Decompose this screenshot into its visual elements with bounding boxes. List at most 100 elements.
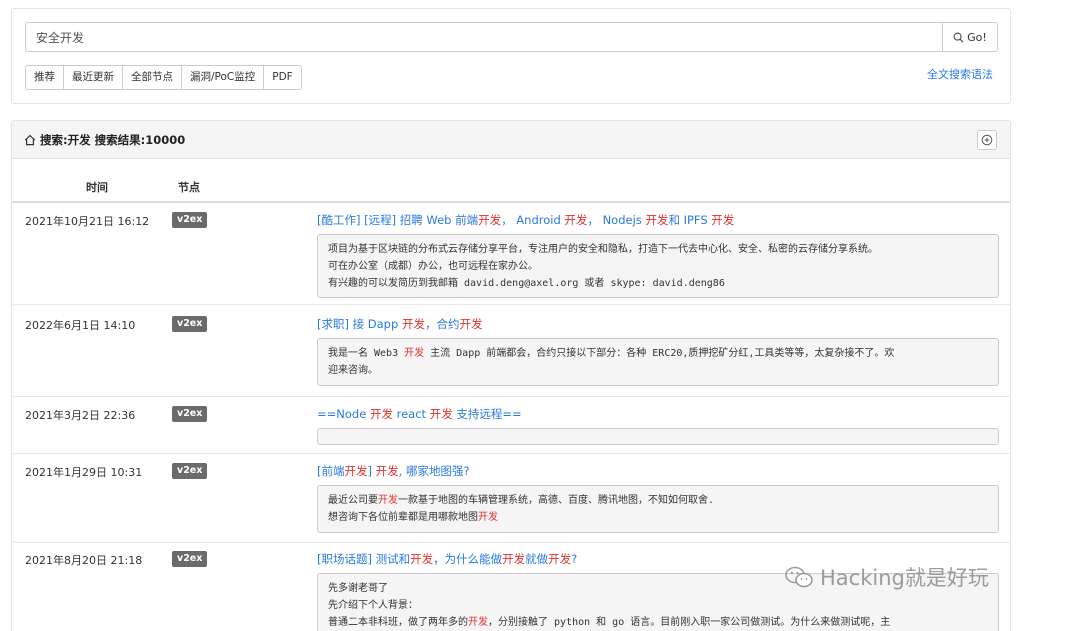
title-text: [酷工作] [远程] 招聘 Web 前端 bbox=[317, 213, 479, 227]
snippet-text: 先多谢老哥了 bbox=[328, 583, 388, 594]
title-text: [求职] 接 Dapp bbox=[317, 317, 402, 331]
highlight-keyword: 开发 bbox=[548, 552, 572, 566]
table-header: 时间 节点 bbox=[12, 173, 1010, 203]
title-text: , 哪家地图强? bbox=[398, 464, 470, 478]
home-icon bbox=[24, 134, 36, 146]
snippet-text: 一款基于地图的车辆管理系统，高德、百度、腾讯地图，不知如何取舍. bbox=[398, 495, 715, 506]
result-row: 2021年1月29日 10:31 v2ex [前端开发] 开发, 哪家地图强? … bbox=[12, 454, 1010, 543]
node-badge[interactable]: v2ex bbox=[172, 212, 208, 228]
result-date: 2021年3月2日 22:36 bbox=[25, 409, 136, 422]
collapse-button[interactable] bbox=[977, 130, 997, 150]
snippet-text: 可在办公室（成都）办公，也可远程在家办公。 bbox=[328, 261, 538, 272]
result-snippet: 我是一名 Web3 开发 主流 Dapp 前端都会，合约只接以下部分：各种 ER… bbox=[317, 338, 999, 386]
highlight-keyword: 开发 bbox=[375, 464, 399, 478]
tab-recommend[interactable]: 推荐 bbox=[25, 65, 64, 90]
search-panel: Go! 推荐 最近更新 全部节点 漏洞/PoC监控 PDF 全文搜索语法 bbox=[11, 8, 1011, 104]
highlight-keyword: 开发 bbox=[478, 213, 502, 227]
result-snippet bbox=[317, 428, 999, 445]
node-badge[interactable]: v2ex bbox=[172, 551, 208, 567]
nav-tabs: 推荐 最近更新 全部节点 漏洞/PoC监控 PDF bbox=[25, 65, 302, 90]
result-row: 2021年3月2日 22:36 v2ex ==Node 开发 react 开发 … bbox=[12, 397, 1010, 454]
node-badge[interactable]: v2ex bbox=[172, 316, 208, 332]
result-title[interactable]: ==Node 开发 react 开发 支持远程== bbox=[317, 406, 522, 422]
snippet-line: 项目为基于区块链的分布式云存储分享平台，专注用户的安全和隐私，打造下一代去中心化… bbox=[328, 241, 988, 258]
result-date: 2022年6月1日 14:10 bbox=[25, 319, 136, 332]
result-title[interactable]: [求职] 接 Dapp 开发，合约开发 bbox=[317, 316, 482, 332]
search-input[interactable] bbox=[25, 22, 942, 52]
highlight-keyword: 开发 bbox=[369, 407, 393, 421]
snippet-line: 可在办公室（成都）办公，也可远程在家办公。 bbox=[328, 258, 988, 275]
go-button[interactable]: Go! bbox=[942, 22, 998, 52]
highlight-keyword: 开发 bbox=[459, 317, 483, 331]
highlight-keyword: 开发 bbox=[344, 464, 368, 478]
result-date: 2021年10月21日 16:12 bbox=[25, 215, 150, 228]
panel-title: 搜索:开发 搜索结果:10000 bbox=[40, 132, 186, 147]
tab-vuln-poc[interactable]: 漏洞/PoC监控 bbox=[181, 65, 265, 90]
snippet-text: 主流 Dapp 前端都会，合约只接以下部分：各种 ERC20,质押挖矿分红,工具… bbox=[424, 348, 895, 359]
title-text: ， Android bbox=[501, 213, 565, 227]
title-text: ， Nodejs bbox=[587, 213, 646, 227]
snippet-text: 有兴趣的可以发简历到我邮箱 david.deng@axel.org 或者 sky… bbox=[328, 278, 725, 289]
highlight-keyword: 开发 bbox=[502, 552, 526, 566]
node-badge[interactable]: v2ex bbox=[172, 463, 208, 479]
search-syntax-link[interactable]: 全文搜索语法 bbox=[927, 66, 993, 82]
result-date: 2021年1月29日 10:31 bbox=[25, 466, 143, 479]
title-text: 就做 bbox=[525, 552, 549, 566]
highlight-keyword: 开发 bbox=[564, 213, 588, 227]
title-text: ==Node bbox=[317, 407, 370, 421]
column-header-node: 节点 bbox=[178, 181, 200, 194]
title-text: [前端 bbox=[317, 464, 345, 478]
result-snippet: 项目为基于区块链的分布式云存储分享平台，专注用户的安全和隐私，打造下一代去中心化… bbox=[317, 234, 999, 298]
snippet-line: 先介绍下个人背景： bbox=[328, 597, 988, 614]
title-text: 和 IPFS bbox=[668, 213, 712, 227]
snippet-line: 有兴趣的可以发简历到我邮箱 david.deng@axel.org 或者 sky… bbox=[328, 275, 988, 292]
tab-pdf[interactable]: PDF bbox=[263, 65, 302, 90]
tab-recent[interactable]: 最近更新 bbox=[63, 65, 123, 90]
column-header-time: 时间 bbox=[86, 181, 108, 194]
highlight-keyword: 开发 bbox=[410, 552, 434, 566]
result-snippet: 最近公司要开发一款基于地图的车辆管理系统，高德、百度、腾讯地图，不知如何取舍. 想… bbox=[317, 485, 999, 533]
snippet-line: 我是一名 Web3 开发 主流 Dapp 前端都会，合约只接以下部分：各种 ER… bbox=[328, 345, 988, 362]
snippet-text: 先介绍下个人背景： bbox=[328, 600, 418, 611]
search-bar: Go! bbox=[25, 22, 998, 52]
result-title[interactable]: [酷工作] [远程] 招聘 Web 前端开发， Android 开发， Node… bbox=[317, 212, 734, 228]
snippet-line: 最近公司要开发一款基于地图的车辆管理系统，高德、百度、腾讯地图，不知如何取舍. bbox=[328, 492, 988, 509]
result-date: 2021年8月20日 21:18 bbox=[25, 554, 143, 567]
title-text: ，合约 bbox=[424, 317, 460, 331]
result-title[interactable]: [前端开发] 开发, 哪家地图强? bbox=[317, 463, 470, 479]
highlight-keyword: 开发 bbox=[468, 617, 488, 628]
highlight-keyword: 开发 bbox=[429, 407, 453, 421]
results-panel: 搜索:开发 搜索结果:10000 时间 节点 2021年10月21日 16:12… bbox=[11, 120, 1011, 631]
title-text: [职场话题] 测试和 bbox=[317, 552, 411, 566]
snippet-text: 项目为基于区块链的分布式云存储分享平台，专注用户的安全和隐私，打造下一代去中心化… bbox=[328, 244, 878, 255]
highlight-keyword: 开发 bbox=[711, 213, 735, 227]
snippet-line: 迎来咨询。 bbox=[328, 362, 988, 379]
title-text: react bbox=[392, 407, 430, 421]
snippet-line: 想咨询下各位前辈都是用哪款地图开发 bbox=[328, 509, 988, 526]
snippet-text: 普通二本非科班，做了两年多的 bbox=[328, 617, 468, 628]
result-row: 2022年6月1日 14:10 v2ex [求职] 接 Dapp 开发，合约开发… bbox=[12, 305, 1010, 397]
result-row: 2021年10月21日 16:12 v2ex [酷工作] [远程] 招聘 Web… bbox=[12, 205, 1010, 305]
snippet-text: 想咨询下各位前辈都是用哪款地图 bbox=[328, 512, 478, 523]
panel-header: 搜索:开发 搜索结果:10000 bbox=[12, 121, 1010, 159]
highlight-keyword: 开发 bbox=[645, 213, 669, 227]
plus-circle-icon bbox=[981, 134, 993, 146]
snippet-text: 最近公司要 bbox=[328, 495, 378, 506]
wechat-icon bbox=[785, 566, 813, 588]
search-icon bbox=[953, 32, 964, 43]
watermark: Hacking就是好玩 bbox=[784, 562, 989, 592]
node-badge[interactable]: v2ex bbox=[172, 406, 208, 422]
title-text: ，为什么能做 bbox=[433, 552, 503, 566]
snippet-line: 普通二本非科班，做了两年多的开发，分别接触了 python 和 go 语言。目前… bbox=[328, 614, 988, 631]
highlight-keyword: 开发 bbox=[401, 317, 425, 331]
highlight-keyword: 开发 bbox=[478, 512, 498, 523]
title-text: 支持远程== bbox=[452, 407, 522, 421]
go-label: Go! bbox=[967, 30, 987, 44]
tab-all-nodes[interactable]: 全部节点 bbox=[122, 65, 182, 90]
snippet-text: 迎来咨询。 bbox=[328, 365, 378, 376]
result-title[interactable]: [职场话题] 测试和开发，为什么能做开发就做开发? bbox=[317, 551, 577, 567]
snippet-text: 我是一名 Web3 bbox=[328, 348, 405, 359]
highlight-keyword: 开发 bbox=[404, 348, 425, 359]
title-text: ? bbox=[571, 552, 578, 566]
watermark-text: Hacking就是好玩 bbox=[820, 566, 989, 590]
